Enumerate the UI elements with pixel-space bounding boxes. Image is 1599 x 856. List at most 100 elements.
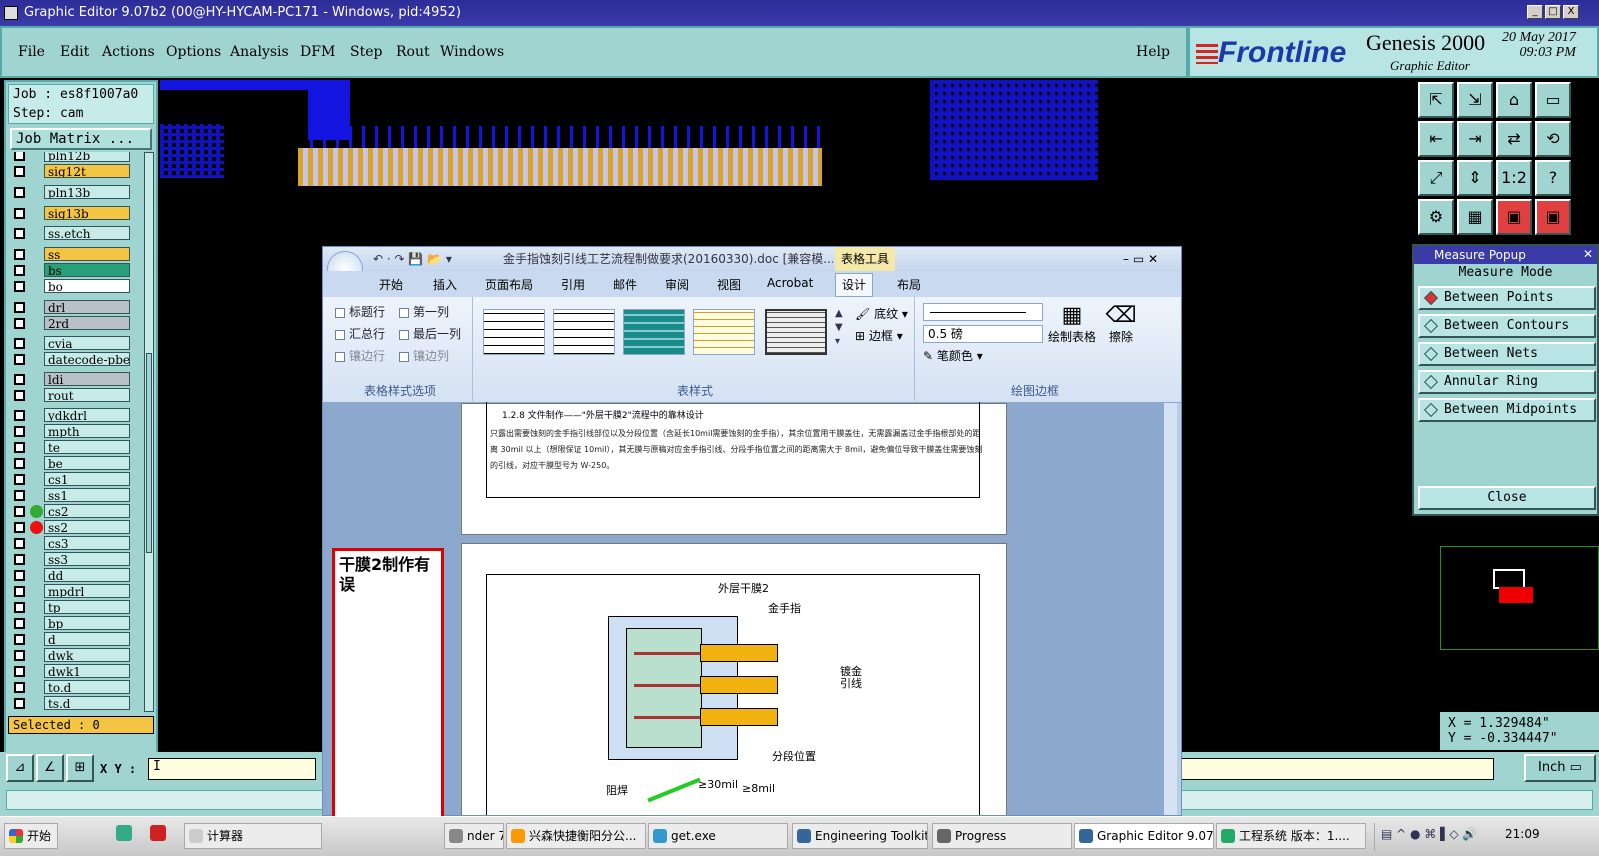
toolbar-tool-9-icon[interactable]: ⤢ <box>1418 160 1454 196</box>
layer-row[interactable]: cs1 <box>8 472 132 486</box>
layer-checkbox[interactable] <box>14 426 25 437</box>
style-option-checkbox[interactable]: 第一列 <box>399 303 449 320</box>
close-button[interactable]: X <box>1563 5 1579 19</box>
job-matrix-button[interactable]: Job Matrix ... <box>10 128 152 150</box>
layer-checkbox[interactable] <box>14 228 25 239</box>
measure-option-between-nets[interactable]: Between Nets <box>1418 342 1596 366</box>
layer-checkbox[interactable] <box>14 338 25 349</box>
menu-rout[interactable]: Rout <box>396 44 430 60</box>
layer-row[interactable]: ss3 <box>8 552 132 566</box>
border-button[interactable]: ⊞ 边框 ▾ <box>855 327 903 344</box>
layer-row[interactable]: cs3 <box>8 536 132 550</box>
style-option-checkbox[interactable]: 标题行 <box>335 303 385 320</box>
layer-row[interactable]: bs <box>8 263 132 277</box>
layer-row[interactable]: sig12t <box>8 164 132 178</box>
ribbon-tab[interactable]: 邮件 <box>613 276 637 293</box>
table-style-5[interactable] <box>765 309 827 355</box>
style-option-checkbox[interactable]: 最后一列 <box>399 325 461 342</box>
taskbar-item[interactable]: 工程系统 版本：1.... <box>1216 823 1366 849</box>
ribbon-tab[interactable]: 开始 <box>379 276 403 293</box>
close-icon[interactable]: ✕ <box>1583 247 1593 261</box>
ribbon-tab[interactable]: 视图 <box>717 276 741 293</box>
menu-step[interactable]: Step <box>350 44 382 60</box>
ribbon-tab[interactable]: 插入 <box>433 276 457 293</box>
measure-option-between-midpoints[interactable]: Between Midpoints <box>1418 398 1596 422</box>
layer-checkbox[interactable] <box>14 522 25 533</box>
table-style-1[interactable] <box>483 309 545 355</box>
word-window-controls[interactable]: – ▭ ✕ <box>1123 247 1158 271</box>
toolbar-tool-13-icon[interactable]: ⚙ <box>1418 199 1454 235</box>
layer-row[interactable]: tp <box>8 600 132 614</box>
layer-row[interactable]: drl <box>8 300 132 314</box>
style-option-checkbox[interactable]: 镶边行 <box>335 347 385 364</box>
taskbar-item[interactable]: Engineering Toolkit 9.... <box>792 823 928 849</box>
menu-actions[interactable]: Actions <box>102 44 155 60</box>
layer-row[interactable]: ss <box>8 247 132 261</box>
toolbar-tool-3-icon[interactable]: ⌂ <box>1496 82 1532 118</box>
layer-checkbox[interactable] <box>14 166 25 177</box>
layer-row[interactable]: bp <box>8 616 132 630</box>
word-vertical-scrollbar[interactable] <box>1163 403 1177 815</box>
layer-checkbox[interactable] <box>14 302 25 313</box>
layer-row[interactable]: 2rd <box>8 316 132 330</box>
pdf-icon[interactable] <box>149 825 166 841</box>
toolbar-tool-10-icon[interactable]: ⇕ <box>1457 160 1493 196</box>
layer-checkbox[interactable] <box>14 538 25 549</box>
toolbar-tool-5-icon[interactable]: ⇤ <box>1418 121 1454 157</box>
command-line[interactable] <box>1164 758 1494 780</box>
toolbar-tool-11-icon[interactable]: 1:2 <box>1496 160 1532 196</box>
layer-row[interactable]: mpdrl <box>8 584 132 598</box>
document-area[interactable]: 1.2.8 文件制作——"外层干膜2"流程中的靠林设计 只露出需要蚀刻的金手指引… <box>323 402 1163 815</box>
measure-close-button[interactable]: Close <box>1418 486 1596 510</box>
layer-row[interactable]: rout <box>8 388 132 402</box>
measure-option-between-points[interactable]: Between Points <box>1418 286 1596 310</box>
toolbar-tool-1-icon[interactable]: ⇱ <box>1418 82 1454 118</box>
layer-row[interactable]: be <box>8 456 132 470</box>
layer-row[interactable]: ss1 <box>8 488 132 502</box>
grid-icon[interactable]: ⊞ <box>66 754 94 782</box>
layer-row[interactable]: ydkdrl <box>8 408 132 422</box>
layer-checkbox[interactable] <box>14 506 25 517</box>
toolbar-tool-7-icon[interactable]: ⇄ <box>1496 121 1532 157</box>
ribbon-tab[interactable]: 设计 <box>835 273 874 297</box>
style-option-checkbox[interactable]: 镶边列 <box>399 347 449 364</box>
taskbar-item[interactable]: Graphic Editor 9.07b2... <box>1074 823 1214 849</box>
units-dropdown[interactable]: Inch ▭ <box>1524 754 1596 782</box>
layer-checkbox[interactable] <box>14 650 25 661</box>
quicklaunch-app-icon[interactable] <box>116 825 132 841</box>
layer-row[interactable]: ldi <box>8 372 132 386</box>
layer-row[interactable]: te <box>8 440 132 454</box>
ribbon-tab[interactable]: 布局 <box>897 276 921 293</box>
layer-checkbox[interactable] <box>14 249 25 260</box>
eraser-button[interactable]: ⌫ 擦除 <box>1101 303 1141 345</box>
toolbar-tool-15-icon[interactable]: ▣ <box>1496 199 1532 235</box>
layer-row[interactable]: ts.d <box>8 696 132 710</box>
ribbon-tab[interactable]: 审阅 <box>665 276 689 293</box>
menu-dfm[interactable]: DFM <box>300 44 335 60</box>
layer-row[interactable]: sig13b <box>8 206 132 220</box>
toolbar-tool-4-icon[interactable]: ▭ <box>1535 82 1571 118</box>
layer-checkbox[interactable] <box>14 666 25 677</box>
menu-edit[interactable]: Edit <box>60 44 89 60</box>
layer-checkbox[interactable] <box>14 490 25 501</box>
measure-option-annular-ring[interactable]: Annular Ring <box>1418 370 1596 394</box>
minimize-button[interactable]: _ <box>1527 5 1543 19</box>
pen-color-button[interactable]: ✎ 笔颜色 ▾ <box>923 347 983 364</box>
mini-map[interactable] <box>1440 546 1599 650</box>
ribbon-tab[interactable]: 页面布局 <box>485 276 533 293</box>
snap-icon[interactable]: ⊿ <box>6 754 34 782</box>
draw-table-button[interactable]: ▦ 绘制表格 <box>1047 303 1097 345</box>
taskbar-item[interactable]: 兴森快捷衡阳分公... <box>506 823 646 849</box>
layer-row[interactable]: dwk1 <box>8 664 132 678</box>
layer-row[interactable]: mpth <box>8 424 132 438</box>
quicklaunch-icons[interactable] <box>116 825 176 845</box>
menu-help[interactable]: Help <box>1136 44 1170 60</box>
table-style-3[interactable] <box>623 309 685 355</box>
layer-checkbox[interactable] <box>14 586 25 597</box>
ribbon-tab[interactable]: 引用 <box>561 276 585 293</box>
layer-checkbox[interactable] <box>14 458 25 469</box>
layer-checkbox[interactable] <box>14 698 25 709</box>
taskbar-item[interactable]: 计算器 <box>184 823 322 849</box>
layer-checkbox[interactable] <box>14 265 25 276</box>
layer-checkbox[interactable] <box>14 187 25 198</box>
